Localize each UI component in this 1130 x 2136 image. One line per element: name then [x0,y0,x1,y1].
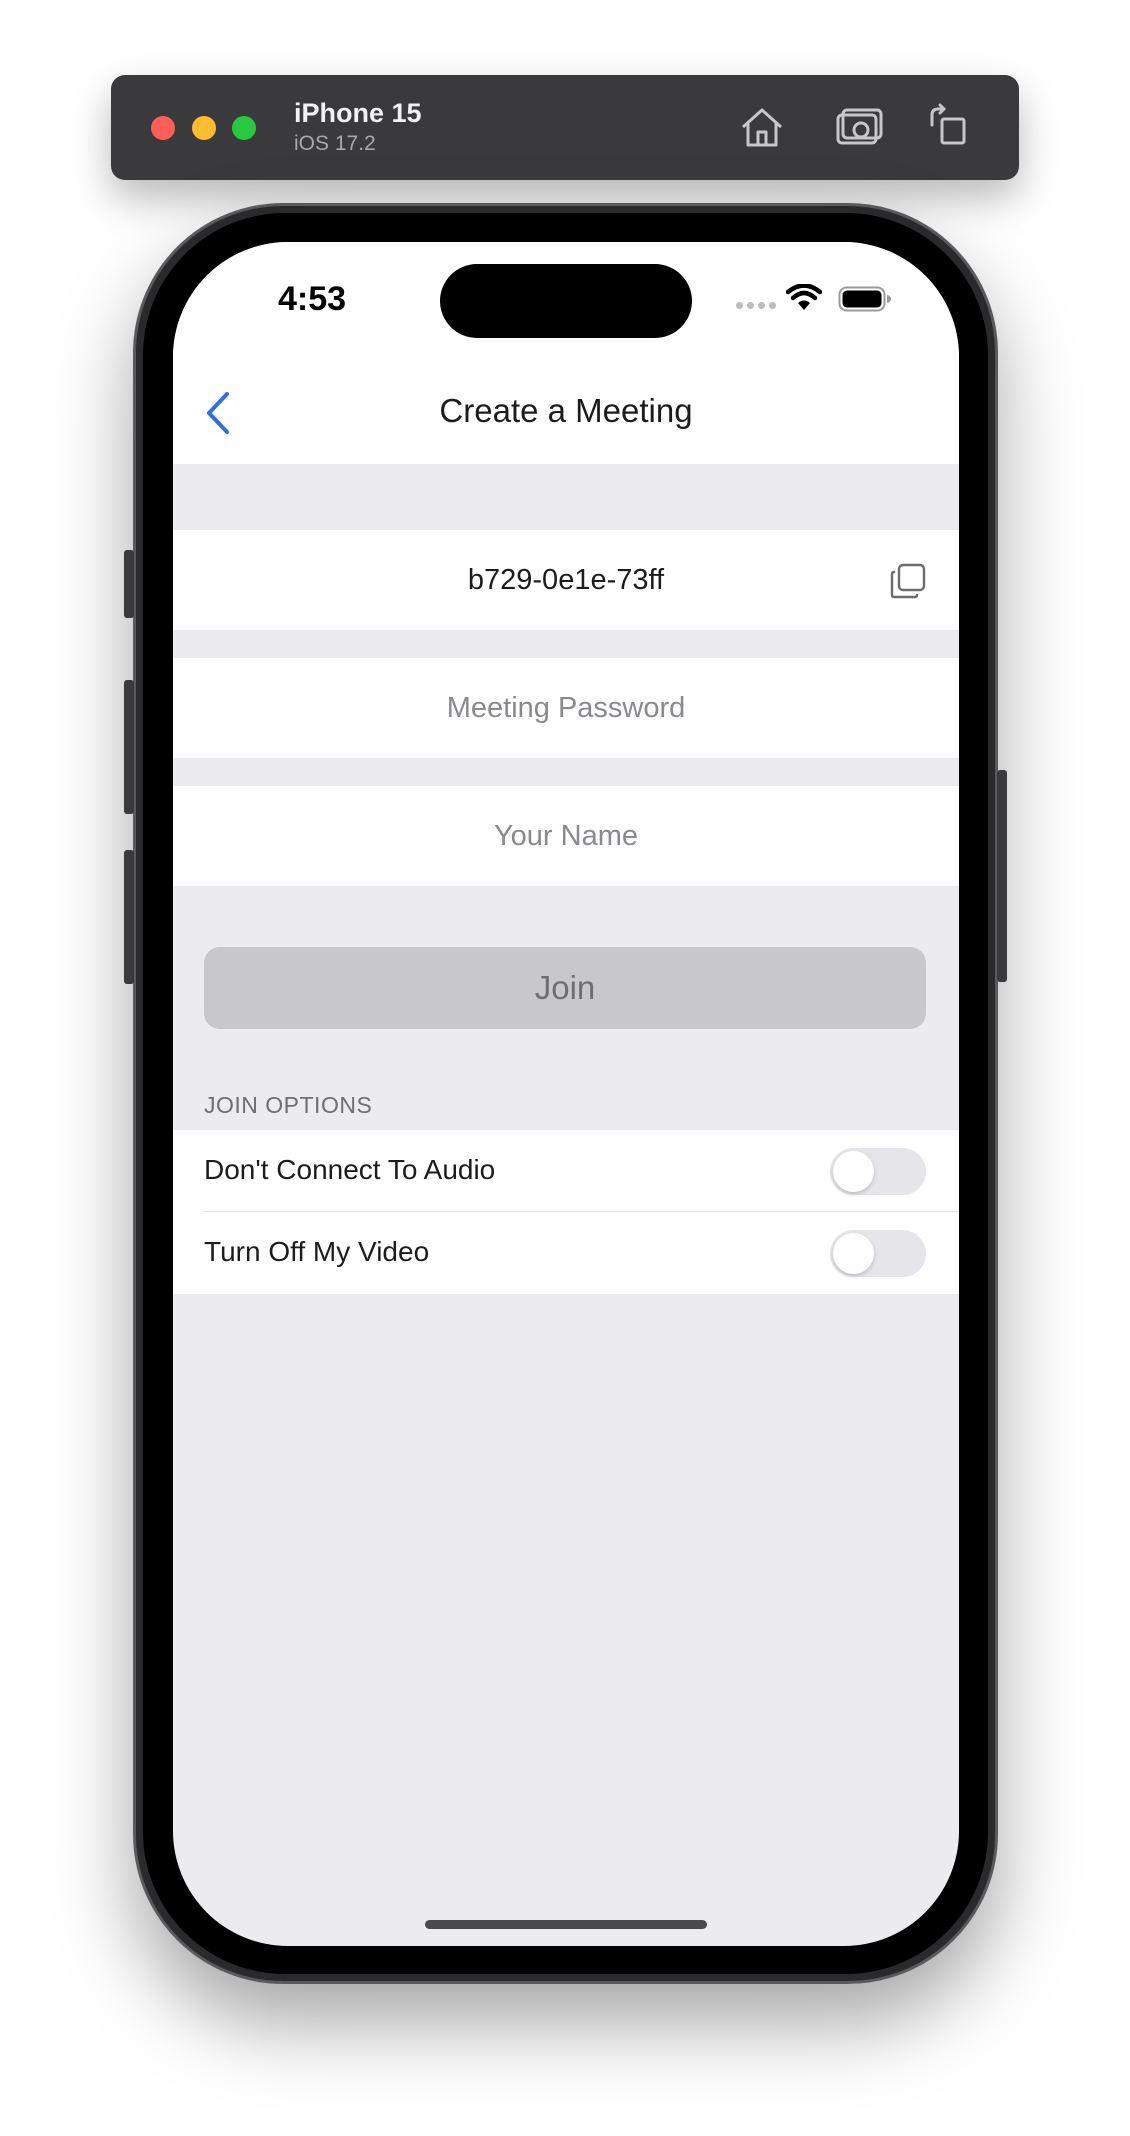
minimize-window-button[interactable] [192,116,216,140]
your-name-field[interactable]: Your Name [173,786,959,886]
device-name: iPhone 15 [294,98,422,128]
dynamic-island [440,264,692,338]
join-button[interactable]: Join [204,947,926,1029]
option-row-video: Turn Off My Video [173,1212,959,1294]
volume-down-button [124,850,134,984]
video-toggle[interactable] [830,1230,926,1277]
meeting-password-field[interactable]: Meeting Password [173,658,959,758]
battery-icon [838,286,891,312]
home-indicator[interactable] [425,1920,707,1929]
close-window-button[interactable] [151,116,175,140]
volume-up-button [124,680,134,814]
option-row-audio: Don't Connect To Audio [173,1130,959,1212]
audio-toggle[interactable] [830,1148,926,1195]
rotate-icon[interactable] [924,103,974,151]
screenshot-icon[interactable] [834,103,884,151]
copy-icon[interactable] [889,562,927,600]
option-label-audio: Don't Connect To Audio [204,1154,496,1185]
join-options-header: JOIN OPTIONS [204,1092,373,1118]
option-label-video: Turn Off My Video [204,1236,430,1267]
home-icon[interactable] [737,103,787,151]
action-button [124,550,134,618]
meeting-id-value: b729-0e1e-73ff [467,563,665,596]
power-button [997,770,1007,982]
cellular-signal-icon [736,302,776,309]
meeting-password-placeholder: Meeting Password [446,691,686,724]
meeting-id-field[interactable]: b729-0e1e-73ff [173,530,959,630]
wifi-icon [786,284,822,310]
page-title: Create a Meeting [439,392,693,429]
os-version: iOS 17.2 [294,132,376,155]
phone-screen: 4:53 Create a Meeting b729-0e1e-73ff Mee… [173,242,959,1946]
zoom-window-button[interactable] [232,116,256,140]
your-name-placeholder: Your Name [493,819,638,852]
status-time: 4:53 [278,280,347,318]
